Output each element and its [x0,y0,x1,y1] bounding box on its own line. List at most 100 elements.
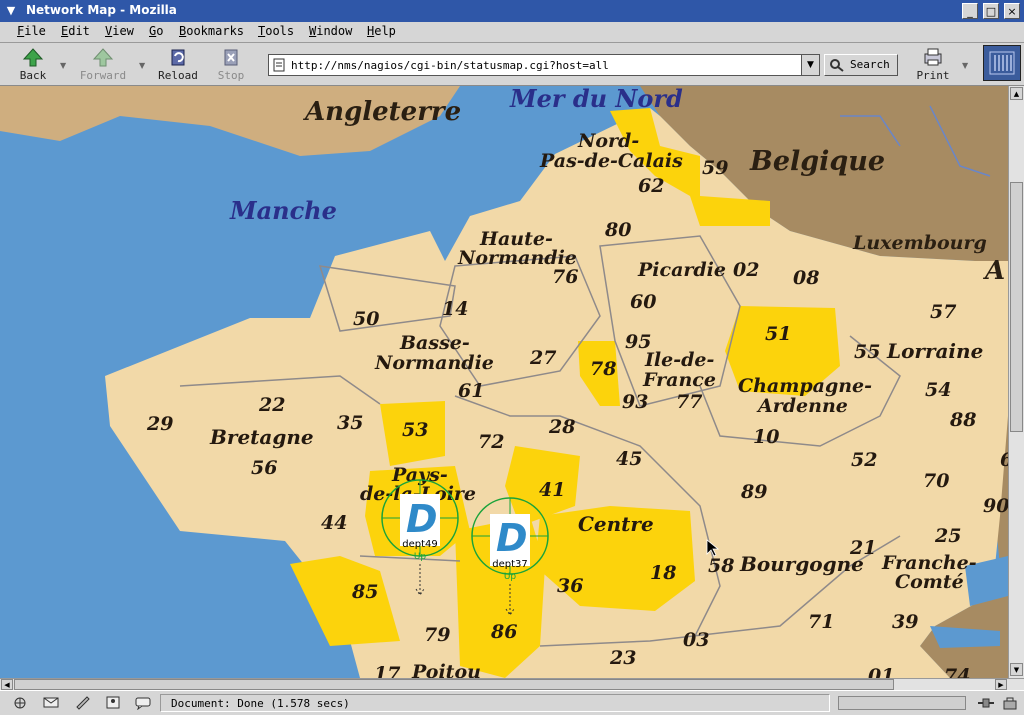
dept-label: 58 [708,555,734,577]
dept-label: 01 [868,665,894,678]
host-status: Up [414,552,427,562]
dept-label: 61 [458,380,484,402]
dept-label: 29 [146,413,173,435]
dept-label: 51 [765,323,791,345]
chat-icon[interactable] [133,695,153,710]
close-button[interactable]: × [1004,3,1020,19]
url-input[interactable] [291,56,801,74]
minimize-button[interactable]: _ [962,3,978,19]
menu-go[interactable]: Go [149,24,163,38]
forward-arrow-icon [92,48,114,67]
dept-label: 95 [625,331,651,353]
dept-label: 53 [402,419,428,441]
navigator-icon[interactable] [10,695,30,710]
region-label: Comté [895,571,964,593]
stop-icon [224,49,238,66]
dept-label: 88 [949,409,976,431]
horizontal-scrollbar[interactable]: ◀ ▶ [0,678,1024,690]
scroll-left-arrow-icon[interactable]: ◀ [1,679,13,690]
dept-label: 45 [616,448,642,470]
back-button[interactable]: Back [8,45,58,83]
print-options-dropdown-icon[interactable]: ▼ [962,61,968,70]
dept-label: 55 [854,341,880,363]
progress-meter [838,696,966,710]
menu-tools[interactable]: Tools [258,24,294,38]
back-label: Back [19,69,47,82]
menu-help[interactable]: Help [367,24,396,38]
region-label: Lorraine [886,339,983,363]
region-label: France [642,369,716,391]
window-titlebar[interactable]: ▼ Network Map - Mozilla _ □ × [0,0,1024,22]
reload-button[interactable]: Reload [153,45,203,83]
dept-label: 60 [630,291,656,313]
network-map[interactable]: Angleterre Belgique Luxembourg A Mer du … [0,86,1008,678]
window-menu-icon[interactable]: ▼ [3,3,19,19]
address-book-icon[interactable] [103,695,123,710]
host-name: dept49 [402,539,438,550]
region-label: Picardie [637,259,726,281]
back-history-dropdown-icon[interactable]: ▼ [60,61,66,70]
maximize-button[interactable]: □ [983,3,999,19]
dept-label: 57 [930,301,956,323]
url-history-dropdown-icon[interactable]: ▼ [801,55,819,75]
status-text: Document: Done (1.578 secs) [171,697,350,710]
dept-label: 78 [590,358,616,380]
region-label: Bourgogne [739,552,864,576]
scroll-up-arrow-icon[interactable]: ▲ [1010,87,1023,100]
dept-label: 74 [944,665,970,678]
dept-label: 70 [923,470,949,492]
menu-bookmarks[interactable]: Bookmarks [179,24,244,38]
dept-label: 21 [849,537,876,559]
sea-label: Manche [229,196,337,225]
online-connection-icon[interactable] [976,695,996,710]
dept-label: 17 [374,663,400,678]
menu-edit[interactable]: Edit [61,24,90,38]
security-lock-icon[interactable] [1000,695,1020,710]
reload-label: Reload [158,69,198,82]
dept-label: 79 [424,624,450,646]
dept-label: 03 [683,629,709,651]
region-label: Pas-de-Calais [539,150,683,172]
url-bar[interactable]: ▼ [268,54,820,76]
sea-label: Mer du Nord [509,86,683,113]
dept-label: 44 [321,512,347,534]
dept-label: 10 [753,426,779,448]
menu-file[interactable]: File [17,24,46,38]
scroll-right-arrow-icon[interactable]: ▶ [995,679,1007,690]
throbber-graphic [989,51,1015,75]
dept-label: 93 [622,391,648,413]
dept-label: 85 [351,581,378,603]
forward-label: Forward [79,69,127,82]
dept-label: 54 [925,379,951,401]
horizontal-scroll-thumb[interactable] [14,679,894,690]
region-label: Poitou [411,661,481,678]
print-button[interactable]: Print [908,45,958,83]
mozilla-throbber-icon[interactable] [983,45,1021,81]
menu-window[interactable]: Window [309,24,352,38]
composer-icon[interactable] [73,695,93,710]
dept-label: 28 [548,416,575,438]
page-icon [273,58,285,72]
stop-label: Stop [217,69,245,82]
window-title: Network Map - Mozilla [26,3,177,17]
search-button[interactable]: Search [824,54,898,76]
status-message: Document: Done (1.578 secs) [160,694,830,712]
stop-button[interactable]: Stop [206,45,256,83]
dept-label: 39 [892,611,918,633]
dept-label: 86 [490,621,517,643]
dept-label: 80 [604,219,631,241]
dept-label: 08 [793,267,819,289]
host-icon-glyph: D [496,516,528,560]
mail-icon[interactable] [41,695,61,710]
dept-label: 90 [983,495,1008,517]
host-status: Up [504,572,517,582]
vertical-scroll-thumb[interactable] [1010,182,1023,432]
menu-view[interactable]: View [105,24,134,38]
country-label: Angleterre [302,97,461,127]
dept-label: 35 [337,412,363,434]
dept-label: 23 [609,647,636,669]
forward-history-dropdown-icon[interactable]: ▼ [139,61,145,70]
forward-button[interactable]: Forward [76,45,130,83]
scroll-down-arrow-icon[interactable]: ▼ [1010,663,1023,676]
vertical-scrollbar[interactable]: ▲ ▼ [1008,86,1024,678]
